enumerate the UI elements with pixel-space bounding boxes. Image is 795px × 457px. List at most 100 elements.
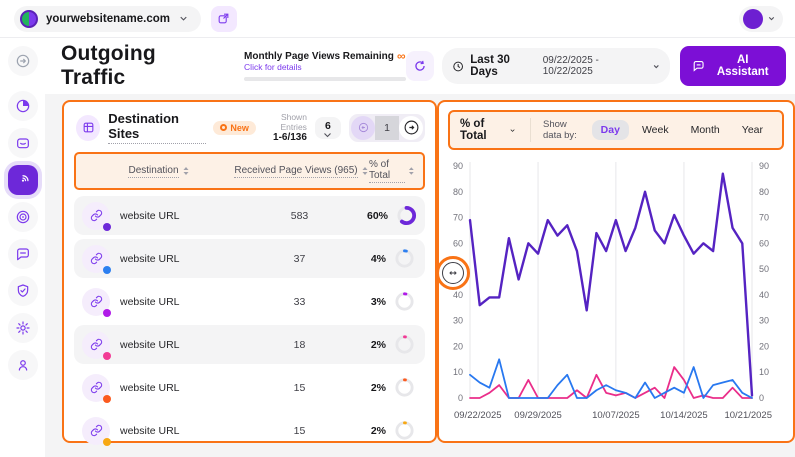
granularity-week-button[interactable]: Week [633, 120, 678, 140]
destination-label: website URL [120, 425, 180, 437]
table-rows: website URL 58360% website URL374% website … [64, 196, 435, 450]
link-icon [90, 381, 103, 394]
sidebar-item-user-location[interactable] [8, 350, 38, 380]
arrow-left-circle-icon [358, 122, 369, 133]
sidebar-item-pie-chart[interactable] [8, 91, 38, 121]
granularity-buttons: DayWeekMonthYear [592, 120, 772, 140]
period-range: 09/22/2025 - 10/22/2025 [543, 55, 646, 77]
monthly-details-link[interactable]: Click for details [244, 62, 394, 72]
site-color-dot [103, 223, 111, 231]
shield-check-icon [15, 283, 31, 299]
sidebar [0, 38, 45, 457]
chat-bubble-icon [692, 59, 705, 73]
avatar [743, 9, 763, 29]
table-row[interactable]: website URL374% [74, 239, 425, 278]
column-header-destination[interactable]: Destination [84, 165, 234, 178]
percent-donut-icon [394, 291, 415, 312]
metric-select[interactable]: % of Total [460, 118, 531, 142]
received-page-views: 583 [232, 210, 367, 222]
sidebar-item-audience-target[interactable] [8, 202, 38, 232]
user-location-icon [15, 357, 31, 373]
site-color-dot [103, 266, 111, 274]
destination-label: website URL [120, 296, 180, 308]
current-page[interactable]: 1 [375, 116, 399, 140]
svg-text:40: 40 [453, 290, 463, 300]
granularity-year-button[interactable]: Year [733, 120, 772, 140]
granularity-day-button[interactable]: Day [592, 120, 629, 140]
pie-chart-icon [15, 98, 31, 114]
chevron-down-icon [652, 62, 661, 71]
table-row[interactable]: website URL 58360% [74, 196, 425, 235]
svg-text:60: 60 [453, 238, 463, 248]
percent-donut-icon [394, 248, 415, 269]
svg-text:0: 0 [458, 393, 463, 403]
link-icon [90, 338, 103, 351]
site-color-dot [103, 395, 111, 403]
granularity-month-button[interactable]: Month [682, 120, 729, 140]
panel-resize-button[interactable] [442, 262, 464, 284]
website-selector[interactable]: yourwebsitename.com [14, 6, 201, 32]
date-range-selector[interactable]: Last 30 Days 09/22/2025 - 10/22/2025 [442, 48, 670, 84]
svg-text:40: 40 [759, 290, 769, 300]
sort-icon [182, 166, 190, 176]
chevron-down-icon [767, 14, 776, 23]
table-grid-icon [76, 115, 100, 141]
refresh-button[interactable] [406, 51, 434, 81]
outgoing-traffic-radar-icon [15, 172, 31, 188]
table-column-header: DestinationReceived Page Views (965)% of… [74, 152, 425, 190]
percent-donut-icon [394, 377, 415, 398]
sidebar-item-shield-check[interactable] [8, 276, 38, 306]
sidebar-item-inbox-bot[interactable] [8, 128, 38, 158]
ai-assistant-button[interactable]: AI Assistant [680, 46, 786, 86]
shown-entries: Shown Entries 1-6/136 [256, 112, 307, 143]
clock-icon [452, 60, 464, 73]
external-link-button[interactable] [211, 6, 237, 32]
svg-text:10: 10 [453, 367, 463, 377]
percent-of-total: 4% [371, 253, 386, 265]
website-name: yourwebsitename.com [46, 13, 170, 25]
table-row[interactable]: website URL182% [74, 325, 425, 364]
link-icon [90, 209, 103, 222]
svg-text:50: 50 [759, 264, 769, 274]
percent-of-total: 60% [367, 210, 388, 222]
percent-donut-icon [394, 334, 415, 355]
sidebar-item-settings-gear[interactable] [8, 313, 38, 343]
link-icon [90, 252, 103, 265]
audience-target-icon [15, 209, 31, 225]
top-bar: yourwebsitename.com [0, 0, 795, 38]
arrows-horizontal-icon [447, 267, 459, 279]
received-page-views: 15 [232, 425, 367, 437]
svg-text:20: 20 [759, 341, 769, 351]
svg-text:10/21/2025: 10/21/2025 [724, 410, 772, 421]
sort-icon [361, 166, 369, 176]
settings-gear-icon [15, 320, 31, 336]
site-color-dot [103, 438, 111, 446]
svg-text:70: 70 [759, 213, 769, 223]
ai-assistant-label: AI Assistant [712, 54, 774, 78]
page-size-select[interactable]: 6 [315, 117, 341, 139]
show-data-by-label: Show data by: [543, 119, 586, 141]
sidebar-item-outgoing-traffic-radar[interactable] [8, 165, 38, 195]
destination-label: website URL [120, 210, 180, 222]
table-row[interactable]: website URL152% [74, 368, 425, 407]
svg-text:90: 90 [453, 161, 463, 171]
destination-label: website URL [120, 339, 180, 351]
traffic-chart-panel: % of Total Show data by: DayWeekMonthYea… [437, 100, 795, 443]
period-label: Last 30 Days [470, 54, 536, 78]
received-page-views: 33 [232, 296, 367, 308]
received-page-views: 18 [232, 339, 367, 351]
svg-text:80: 80 [759, 187, 769, 197]
received-page-views: 15 [232, 382, 367, 394]
sidebar-item-chat[interactable] [8, 239, 38, 269]
user-menu[interactable] [739, 6, 783, 32]
destination-label: website URL [120, 382, 180, 394]
table-row[interactable]: website URL152% [74, 411, 425, 450]
svg-text:70: 70 [453, 213, 463, 223]
next-page-button[interactable] [399, 116, 423, 140]
sidebar-item-collapse-sidebar[interactable] [8, 46, 38, 76]
arrow-right-circle-icon [403, 119, 420, 136]
previous-page-button[interactable] [351, 116, 375, 140]
table-row[interactable]: website URL333% [74, 282, 425, 321]
column-header-received-page-views-965-[interactable]: Received Page Views (965) [234, 165, 369, 178]
column-header--of-total[interactable]: % of Total [369, 159, 415, 183]
